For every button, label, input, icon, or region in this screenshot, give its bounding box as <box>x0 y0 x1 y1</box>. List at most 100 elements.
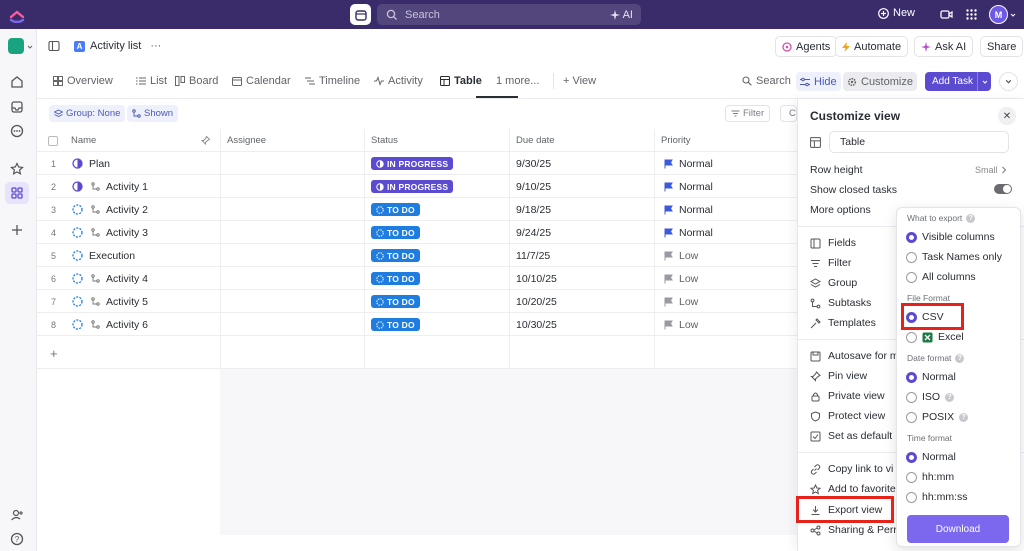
new-button[interactable]: New <box>878 7 915 19</box>
search-tasks-button[interactable]: Search <box>742 75 791 87</box>
pin-view-option[interactable]: Pin view <box>810 370 867 382</box>
status-badge[interactable]: IN PROGRESS <box>371 180 454 193</box>
task-status-icon[interactable] <box>72 198 83 221</box>
tab-activity[interactable]: Activity <box>374 75 423 87</box>
set-default-option[interactable]: Set as default <box>810 430 892 442</box>
chevron-down-icon[interactable] <box>27 44 33 50</box>
status-cell[interactable]: TO DO <box>371 198 420 221</box>
due-date-cell[interactable]: 9/18/25 <box>516 198 551 221</box>
task-name[interactable]: Execution <box>89 244 135 267</box>
task-status-icon[interactable] <box>72 267 83 290</box>
header-assignee[interactable]: Assignee <box>227 129 266 152</box>
priority-cell[interactable]: Normal <box>664 152 713 175</box>
calendar-icon[interactable] <box>350 4 371 25</box>
priority-cell[interactable]: Normal <box>664 175 713 198</box>
table-row[interactable]: 1 Plan IN PROGRESS 9/30/25 Normal <box>37 152 797 175</box>
task-status-icon[interactable] <box>72 290 83 313</box>
pin-icon[interactable] <box>201 136 210 145</box>
priority-cell[interactable]: Normal <box>664 221 713 244</box>
task-status-icon[interactable] <box>72 152 83 175</box>
ask-ai-button[interactable]: Ask AI <box>914 36 974 57</box>
task-name[interactable]: Activity 3 <box>91 221 148 244</box>
show-closed-toggle[interactable] <box>994 184 1012 194</box>
collapse-button[interactable] <box>999 72 1018 91</box>
row-height-value[interactable]: Small <box>975 165 1007 175</box>
favorites-star-icon[interactable] <box>10 162 24 176</box>
video-icon[interactable] <box>940 8 953 21</box>
copy-link-option[interactable]: Copy link to vi <box>810 463 893 475</box>
time-normal-radio[interactable]: Normal <box>906 451 956 463</box>
tab-table[interactable]: Table <box>440 75 482 87</box>
table-row[interactable]: 4 Activity 3 TO DO 9/24/25 Normal <box>37 221 797 244</box>
tab-calendar[interactable]: Calendar <box>232 75 291 87</box>
priority-cell[interactable]: Low <box>664 267 698 290</box>
time-hhmmss-radio[interactable]: hh:mm:ss <box>906 491 968 503</box>
filter-button[interactable]: Filter <box>725 105 771 122</box>
subtasks-shown-chip[interactable]: Shown <box>127 105 179 122</box>
header-due-date[interactable]: Due date <box>516 129 555 152</box>
task-name[interactable]: Activity 5 <box>91 290 148 313</box>
status-cell[interactable]: IN PROGRESS <box>371 152 454 175</box>
tab-overview[interactable]: Overview <box>53 75 113 87</box>
table-row[interactable]: 6 Activity 4 TO DO 10/10/25 Low <box>37 267 797 290</box>
status-cell[interactable]: TO DO <box>371 313 420 336</box>
task-name[interactable]: Plan <box>89 152 110 175</box>
task-status-icon[interactable] <box>72 244 83 267</box>
visible-columns-radio[interactable]: Visible columns <box>906 231 995 243</box>
task-names-only-radio[interactable]: Task Names only <box>906 251 1002 263</box>
add-row-plus[interactable]: + <box>50 346 58 361</box>
status-cell[interactable]: TO DO <box>371 290 420 313</box>
breadcrumb[interactable]: A Activity list ··· <box>74 40 161 52</box>
priority-cell[interactable]: Low <box>664 290 698 313</box>
header-priority[interactable]: Priority <box>661 129 691 152</box>
task-name[interactable]: Activity 6 <box>91 313 148 336</box>
sharing-option[interactable]: Sharing & Perr <box>810 524 897 536</box>
task-status-icon[interactable] <box>72 313 83 336</box>
help-icon[interactable]: ? <box>955 353 965 363</box>
select-all-checkbox[interactable] <box>48 129 58 152</box>
subtasks-option[interactable]: Subtasks <box>810 297 871 309</box>
row-height-option[interactable]: Row height <box>810 164 863 176</box>
status-badge[interactable]: TO DO <box>371 203 420 216</box>
table-row[interactable]: 5 Execution TO DO 11/7/25 Low <box>37 244 797 267</box>
task-status-icon[interactable] <box>72 175 83 198</box>
ai-button[interactable]: AI <box>609 9 633 21</box>
workspace-avatar[interactable] <box>8 38 24 54</box>
fields-option[interactable]: Fields <box>810 237 856 249</box>
status-badge[interactable]: TO DO <box>371 318 420 331</box>
table-row[interactable]: 2 Activity 1 IN PROGRESS 9/10/25 Normal <box>37 175 797 198</box>
tab-list[interactable]: List <box>136 75 167 87</box>
agents-button[interactable]: Agents <box>775 36 838 57</box>
download-button[interactable]: Download <box>907 515 1009 543</box>
status-badge[interactable]: TO DO <box>371 249 420 262</box>
user-avatar[interactable]: M <box>989 4 1017 25</box>
due-date-cell[interactable]: 10/30/25 <box>516 313 557 336</box>
all-columns-radio[interactable]: All columns <box>906 271 976 283</box>
task-name[interactable]: Activity 1 <box>91 175 148 198</box>
group-none-chip[interactable]: Group: None <box>49 105 126 122</box>
status-cell[interactable]: TO DO <box>371 267 420 290</box>
table-row[interactable]: 7 Activity 5 TO DO 10/20/25 Low <box>37 290 797 313</box>
due-date-cell[interactable]: 9/24/25 <box>516 221 551 244</box>
priority-cell[interactable]: Normal <box>664 198 713 221</box>
filter-option[interactable]: Filter <box>810 257 851 269</box>
priority-cell[interactable]: Low <box>664 244 698 267</box>
add-favorite-option[interactable]: Add to favorite <box>810 483 896 495</box>
protect-view-option[interactable]: Protect view <box>810 410 885 422</box>
date-iso-radio[interactable]: ISO? <box>906 391 955 403</box>
apps-grid-icon[interactable] <box>965 8 978 21</box>
excel-radio[interactable]: Excel <box>906 331 964 343</box>
hide-button[interactable]: Hide <box>796 72 841 91</box>
help-icon[interactable]: ? <box>10 532 24 546</box>
add-task-button[interactable]: Add Task <box>925 72 991 91</box>
autosave-option[interactable]: Autosave for m <box>810 350 899 362</box>
due-date-cell[interactable]: 9/30/25 <box>516 152 551 175</box>
date-posix-radio[interactable]: POSIX? <box>906 411 969 423</box>
more-circle-icon[interactable] <box>10 124 24 138</box>
date-normal-radio[interactable]: Normal <box>906 371 956 383</box>
search-input[interactable]: Search AI <box>377 4 641 25</box>
home-icon[interactable] <box>10 75 24 89</box>
header-name[interactable]: Name <box>71 129 96 152</box>
help-icon[interactable]: ? <box>945 392 955 402</box>
due-date-cell[interactable]: 10/20/25 <box>516 290 557 313</box>
